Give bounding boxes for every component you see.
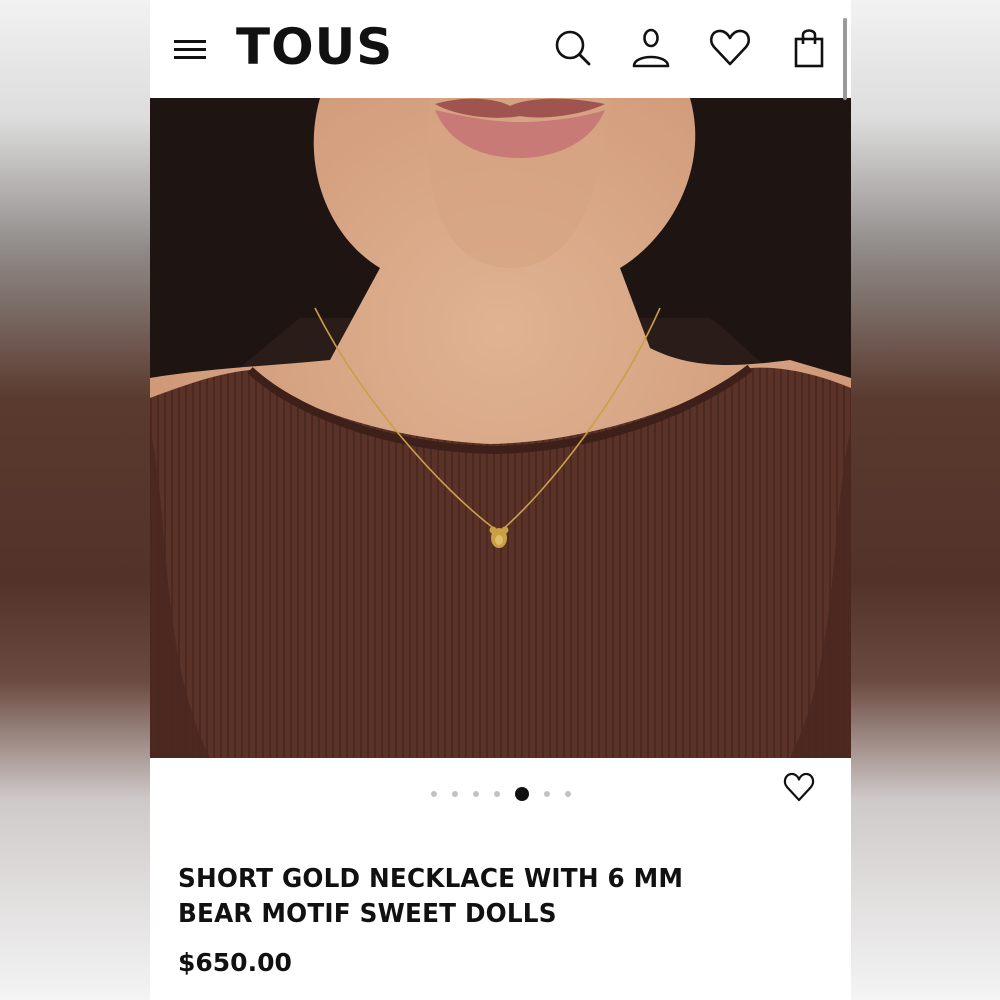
- pagination-dot[interactable]: [430, 791, 437, 797]
- search-icon[interactable]: [551, 26, 595, 70]
- pagination-dot[interactable]: [564, 791, 571, 797]
- brand-logo[interactable]: TOUS: [236, 18, 393, 76]
- pagination-dot[interactable]: [543, 791, 550, 797]
- add-to-wishlist-icon[interactable]: [782, 770, 816, 804]
- pagination-dot-active[interactable]: [514, 787, 529, 801]
- phone-screen: TOUS SHORT GOLD NECKLACE WITH 6 MM BEAR …: [150, 0, 851, 1000]
- pagination-dot[interactable]: [472, 791, 479, 797]
- pagination-dot[interactable]: [451, 791, 458, 797]
- shopping-bag-icon[interactable]: [787, 26, 831, 70]
- product-title: SHORT GOLD NECKLACE WITH 6 MM BEAR MOTIF…: [178, 864, 684, 929]
- menu-icon[interactable]: [174, 38, 208, 64]
- account-icon[interactable]: [629, 26, 673, 70]
- image-pagination: [150, 786, 851, 802]
- product-price: $650.00: [178, 948, 292, 977]
- pagination-dot[interactable]: [493, 791, 500, 797]
- header-bar: TOUS: [150, 0, 851, 98]
- scrollbar[interactable]: [843, 18, 847, 100]
- wishlist-icon[interactable]: [708, 26, 752, 70]
- product-image[interactable]: [150, 98, 851, 758]
